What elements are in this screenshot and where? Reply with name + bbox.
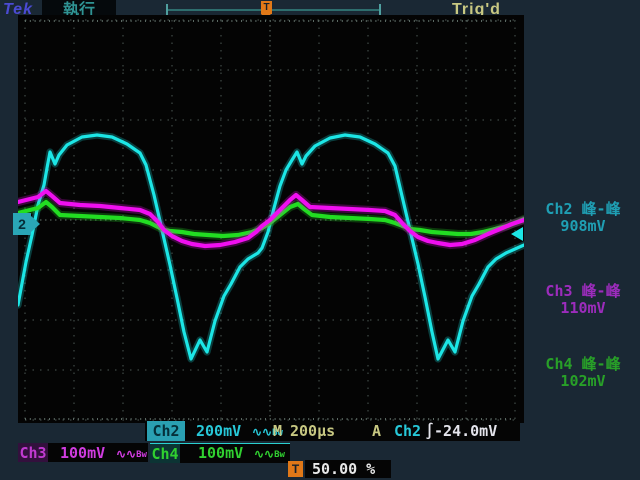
trigger-mode-label: A — [372, 421, 381, 441]
measurement-ch2-value: 908mV — [526, 218, 640, 235]
trigger-position-readout: 50.00 % — [312, 459, 375, 479]
measurement-ch3-pkpk: Ch3 峰-峰 110mV — [526, 283, 640, 317]
measurement-ch4-value: 102mV — [526, 373, 640, 390]
trigger-position-label-icon: T — [288, 461, 303, 477]
measurement-ch4-title: Ch4 峰-峰 — [526, 356, 640, 373]
ch3-coupling-icon: ∿∿Bw — [116, 443, 147, 465]
ch4-scale-readout: 100mV — [198, 443, 243, 463]
measurement-ch4-pkpk: Ch4 峰-峰 102mV — [526, 356, 640, 390]
measurement-ch2-title: Ch2 峰-峰 — [526, 201, 640, 218]
measurement-ch3-title: Ch3 峰-峰 — [526, 283, 640, 300]
ch2-channel-chip: Ch2 — [147, 421, 185, 441]
timebase-readout: 200µs — [290, 421, 335, 441]
scope-display — [18, 15, 524, 423]
trigger-level-arrow-icon — [511, 227, 523, 241]
record-trigger-position-icon: T — [261, 1, 272, 14]
ch4-coupling-icon: ∿∿Bw — [254, 443, 285, 465]
measurement-ch3-value: 110mV — [526, 300, 640, 317]
ch3-channel-chip: Ch3 — [18, 443, 48, 462]
measurement-ch2-pkpk: Ch2 峰-峰 908mV — [526, 201, 640, 235]
ch2-ground-marker: 2 — [13, 213, 31, 235]
ch4-channel-chip: Ch4 — [150, 443, 180, 463]
waveform-plot — [18, 15, 524, 423]
ch3-scale-readout: 100mV — [60, 443, 105, 463]
trigger-level-readout: ∫-24.0mV — [425, 421, 497, 441]
timebase-label: M — [273, 421, 282, 441]
ch2-ground-marker-pointer — [31, 216, 40, 232]
trigger-source-readout: Ch2 — [394, 421, 421, 441]
ch2-scale-readout: 200mV — [196, 421, 241, 441]
